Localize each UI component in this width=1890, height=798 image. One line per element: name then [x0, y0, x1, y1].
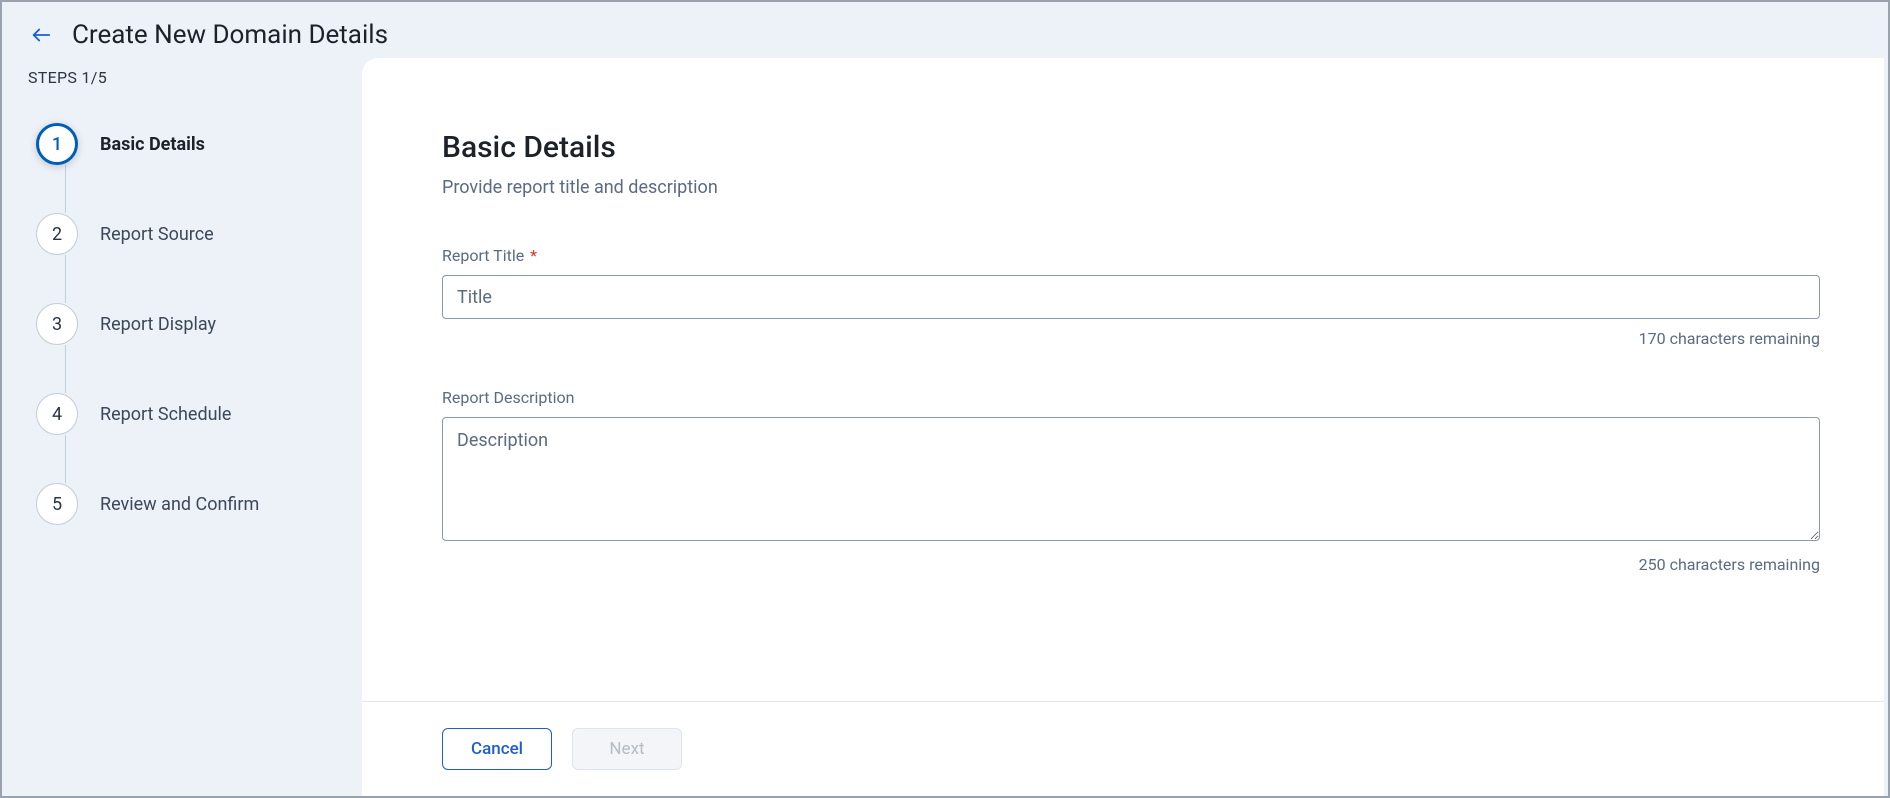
step-number: 3	[36, 303, 78, 345]
step-connector	[65, 165, 67, 213]
wizard-stepper: 1 Basic Details 2 Report Source 3 Report…	[28, 123, 336, 525]
section-subtitle: Provide report title and description	[442, 177, 1820, 198]
report-title-label: Report Title *	[442, 246, 1820, 265]
step-number: 1	[36, 123, 78, 165]
report-title-block: Report Title * 170 characters remaining	[442, 246, 1820, 348]
step-label: Report Schedule	[100, 404, 231, 425]
step-basic-details[interactable]: 1 Basic Details	[36, 123, 336, 165]
page-header: Create New Domain Details	[2, 2, 1888, 58]
cancel-button[interactable]: Cancel	[442, 728, 552, 770]
step-connector	[65, 435, 67, 483]
step-connector	[65, 345, 67, 393]
step-label: Report Source	[100, 224, 214, 245]
step-label: Basic Details	[100, 134, 205, 155]
section-title: Basic Details	[442, 130, 1820, 165]
step-review-confirm[interactable]: 5 Review and Confirm	[36, 483, 336, 525]
report-title-input[interactable]	[442, 275, 1820, 319]
steps-counter: STEPS 1/5	[28, 68, 336, 87]
step-number: 5	[36, 483, 78, 525]
step-label: Report Display	[100, 314, 216, 335]
report-description-char-counter: 250 characters remaining	[442, 555, 1820, 574]
label-text: Report Title	[442, 246, 524, 265]
next-button[interactable]: Next	[572, 728, 682, 770]
page-title: Create New Domain Details	[72, 20, 388, 50]
report-description-label: Report Description	[442, 388, 1820, 407]
required-mark: *	[530, 246, 537, 265]
step-connector	[65, 255, 67, 303]
step-report-schedule[interactable]: 4 Report Schedule	[36, 393, 336, 435]
step-report-source[interactable]: 2 Report Source	[36, 213, 336, 255]
wizard-footer: Cancel Next	[362, 701, 1884, 796]
step-label: Review and Confirm	[100, 494, 259, 515]
step-number: 4	[36, 393, 78, 435]
report-description-block: Report Description 250 characters remain…	[442, 388, 1820, 574]
report-title-char-counter: 170 characters remaining	[442, 329, 1820, 348]
form-card: Basic Details Provide report title and d…	[362, 58, 1884, 701]
step-number: 2	[36, 213, 78, 255]
report-description-input[interactable]	[442, 417, 1820, 541]
back-arrow-icon[interactable]	[28, 22, 54, 48]
step-report-display[interactable]: 3 Report Display	[36, 303, 336, 345]
wizard-sidebar: STEPS 1/5 1 Basic Details 2 Report Sourc…	[2, 58, 362, 796]
